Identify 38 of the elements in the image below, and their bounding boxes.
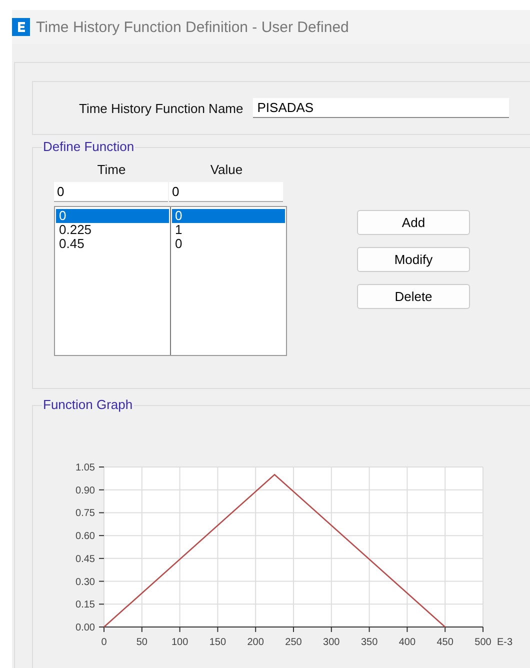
value-input-field[interactable]: 0 [169, 182, 283, 202]
y-tick-label: 0.15 [76, 600, 95, 611]
value-list-item[interactable]: 1 [172, 223, 285, 237]
column-header: Time [96, 162, 127, 179]
group-title: Function Graph [42, 397, 134, 412]
time-list-item[interactable]: 0 [56, 209, 169, 223]
action-button[interactable]: Add [357, 210, 470, 235]
function-name-label: Time History Function Name [79, 100, 244, 116]
y-tick-label: 0.00 [76, 622, 95, 634]
y-tick-label: 0.75 [76, 508, 95, 520]
x-tick-label: 500 [474, 637, 492, 648]
x-tick-label: 300 [323, 637, 340, 648]
time-list-item[interactable]: 0.225 [56, 223, 169, 237]
x-tick-label: 100 [171, 637, 188, 648]
time-input-field[interactable]: 0 [54, 182, 168, 202]
time-list-item[interactable]: 0.45 [56, 237, 169, 251]
x-tick-label: 0 [101, 637, 107, 648]
y-tick-label: 0.60 [76, 531, 95, 542]
x-tick-label: 150 [209, 637, 226, 648]
group-title: Define Function [42, 139, 136, 154]
action-button[interactable]: Modify [357, 247, 470, 272]
value-list-item[interactable]: 0 [172, 237, 285, 251]
x-axis-unit: E-3 [497, 637, 513, 648]
x-tick-label: 450 [436, 637, 454, 648]
column-header: Value [209, 162, 244, 179]
y-tick-label: 0.45 [76, 554, 95, 565]
function-name-field[interactable]: PISADAS [253, 98, 510, 118]
y-tick-label: 0.30 [76, 576, 95, 588]
value-list-item[interactable]: 0 [172, 209, 285, 223]
x-tick-label: 250 [285, 637, 302, 648]
y-tick-label: 0.90 [76, 485, 95, 496]
window-title: Time History Function Definition - User Defined [36, 18, 349, 36]
x-tick-label: 400 [398, 637, 416, 648]
y-tick-label: 1.05 [76, 462, 95, 474]
x-tick-label: 350 [360, 637, 378, 648]
x-tick-label: 50 [136, 637, 148, 648]
x-tick-label: 200 [247, 637, 264, 648]
action-button[interactable]: Delete [357, 284, 470, 309]
